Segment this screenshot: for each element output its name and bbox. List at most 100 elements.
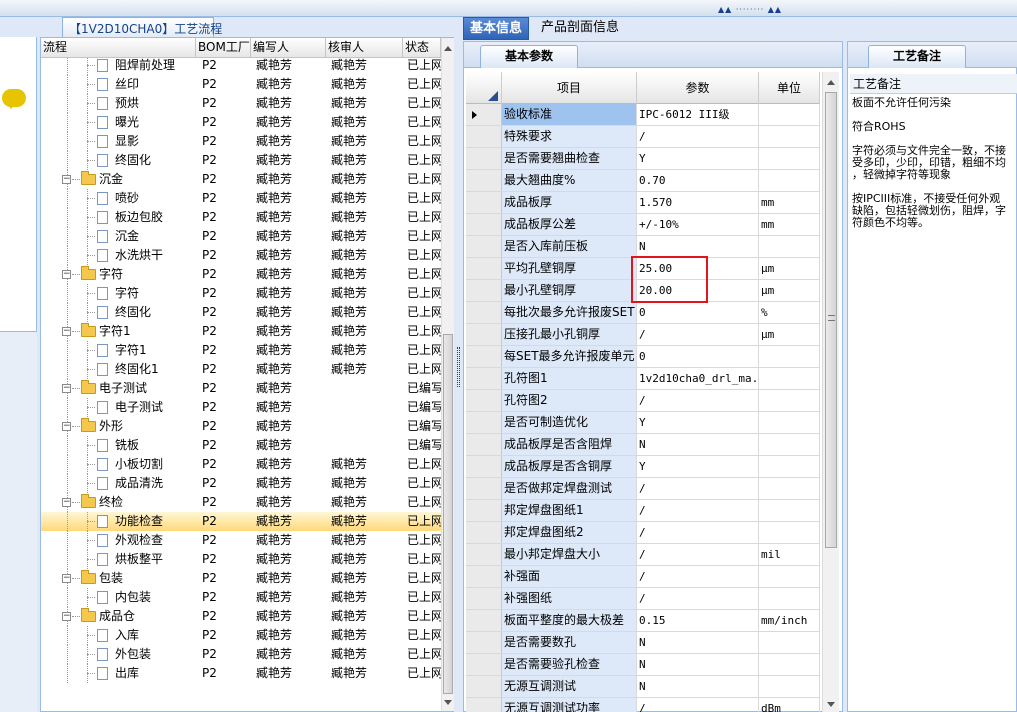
row-header[interactable] — [466, 258, 502, 279]
process-row[interactable]: 终固化1 P2 臧艳芳 臧艳芳 已上网 — [41, 360, 441, 379]
param-value-cell[interactable]: / — [637, 324, 759, 345]
process-col-header[interactable]: 核审人 — [326, 38, 403, 58]
param-value-cell[interactable]: / — [637, 478, 759, 499]
param-value-cell[interactable]: 0 — [637, 302, 759, 323]
process-row[interactable]: 曝光 P2 臧艳芳 臧艳芳 已上网 — [41, 113, 441, 132]
param-row[interactable]: 补强面 / — [466, 566, 820, 588]
process-row[interactable]: 外观检查 P2 臧艳芳 臧艳芳 已上网 — [41, 531, 441, 550]
process-col-header[interactable]: 编写人 — [251, 38, 326, 58]
process-row[interactable]: 电子测试 P2 臧艳芳 已编写 — [41, 398, 441, 417]
col-header-unit[interactable]: 单位 — [759, 72, 820, 104]
param-value-cell[interactable]: / — [637, 522, 759, 543]
collapse-icon[interactable]: − — [62, 384, 71, 393]
process-row[interactable]: 喷砂 P2 臧艳芳 臧艳芳 已上网 — [41, 189, 441, 208]
process-scroll-thumb[interactable] — [443, 334, 453, 694]
chat-bubble-icon[interactable] — [2, 89, 26, 109]
param-row[interactable]: 补强图纸 / — [466, 588, 820, 610]
row-header[interactable] — [466, 676, 502, 697]
row-header[interactable] — [466, 412, 502, 433]
row-header[interactable] — [466, 192, 502, 213]
row-header[interactable] — [466, 522, 502, 543]
param-value-cell[interactable]: / — [637, 500, 759, 521]
process-row[interactable]: − 成品仓 P2 臧艳芳 臧艳芳 已上网 — [41, 607, 441, 626]
row-header[interactable] — [466, 104, 502, 125]
param-value-cell[interactable]: / — [637, 588, 759, 609]
process-row[interactable]: 外包装 P2 臧艳芳 臧艳芳 已上网 — [41, 645, 441, 664]
process-row[interactable]: 内包装 P2 臧艳芳 臧艳芳 已上网 — [41, 588, 441, 607]
row-header[interactable] — [466, 610, 502, 631]
param-value-cell[interactable]: 0.15 — [637, 610, 759, 631]
process-row[interactable]: 沉金 P2 臧艳芳 臧艳芳 已上网 — [41, 227, 441, 246]
param-value-cell[interactable]: 1v2d10cha0_drl_ma... — [637, 368, 759, 389]
param-value-cell[interactable]: +/-10% — [637, 214, 759, 235]
row-header[interactable] — [466, 456, 502, 477]
process-row[interactable]: − 沉金 P2 臧艳芳 臧艳芳 已上网 — [41, 170, 441, 189]
param-value-cell[interactable]: N — [637, 236, 759, 257]
row-header[interactable] — [466, 126, 502, 147]
param-row[interactable]: 是否需要数孔 N — [466, 632, 820, 654]
param-value-cell[interactable]: / — [637, 698, 759, 712]
param-row[interactable]: 特殊要求 / — [466, 126, 820, 148]
process-row[interactable]: 板边包胶 P2 臧艳芳 臧艳芳 已上网 — [41, 208, 441, 227]
process-row[interactable]: − 终检 P2 臧艳芳 臧艳芳 已上网 — [41, 493, 441, 512]
param-row[interactable]: 验收标准 IPC-6012 III级 — [466, 104, 820, 126]
row-header[interactable] — [466, 214, 502, 235]
collapse-icon[interactable]: − — [62, 175, 71, 184]
param-row[interactable]: 孔符图2/ — [466, 390, 820, 412]
param-value-cell[interactable]: Y — [637, 148, 759, 169]
param-value-cell[interactable]: N — [637, 632, 759, 653]
collapse-grip[interactable]: ▲▲ ········ ▲▲ — [718, 5, 788, 14]
param-row[interactable]: 成品板厚 1.570 mm — [466, 192, 820, 214]
process-row[interactable]: 终固化 P2 臧艳芳 臧艳芳 已上网 — [41, 303, 441, 322]
param-row[interactable]: 是否需要验孔检查 N — [466, 654, 820, 676]
row-header[interactable] — [466, 434, 502, 455]
param-row[interactable]: 孔符图1 1v2d10cha0_drl_ma... — [466, 368, 820, 390]
process-row[interactable]: 字符 P2 臧艳芳 臧艳芳 已上网 — [41, 284, 441, 303]
collapse-icon[interactable]: − — [62, 612, 71, 621]
row-header[interactable] — [466, 302, 502, 323]
row-header[interactable] — [466, 390, 502, 411]
param-row[interactable]: 成品板厚是否含阻焊 N — [466, 434, 820, 456]
row-header[interactable] — [466, 632, 502, 653]
row-header[interactable] — [466, 280, 502, 301]
middle-splitter[interactable] — [455, 17, 463, 712]
tab-product-profile[interactable]: 产品剖面信息 — [535, 17, 625, 40]
scroll-up-icon[interactable] — [827, 76, 835, 85]
collapse-icon[interactable]: − — [62, 422, 71, 431]
row-header[interactable] — [466, 698, 502, 712]
scroll-down-icon[interactable] — [827, 702, 835, 711]
tab-process-notes[interactable]: 工艺备注 — [868, 45, 966, 68]
param-value-cell[interactable]: IPC-6012 III级 — [637, 104, 759, 125]
tab-basic-params[interactable]: 基本参数 — [480, 45, 578, 68]
row-header[interactable] — [466, 170, 502, 191]
collapse-icon[interactable]: − — [62, 327, 71, 336]
param-value-cell[interactable]: 0 — [637, 346, 759, 367]
row-header[interactable] — [466, 566, 502, 587]
params-scroll-thumb[interactable] — [825, 92, 837, 548]
param-row[interactable]: 每批次最多允许报废SET 0% — [466, 302, 820, 324]
scroll-down-icon[interactable] — [444, 700, 452, 709]
process-row[interactable]: 出库 P2 臧艳芳 臧艳芳 已上网 — [41, 664, 441, 683]
param-row[interactable]: 最小邦定焊盘大小 / mil — [466, 544, 820, 566]
process-row[interactable]: 成品清洗 P2 臧艳芳 臧艳芳 已上网 — [41, 474, 441, 493]
row-header[interactable] — [466, 478, 502, 499]
col-header-value[interactable]: 参数 — [637, 72, 759, 104]
param-value-cell[interactable]: / — [637, 126, 759, 147]
process-row[interactable]: 预烘 P2 臧艳芳 臧艳芳 已上网 — [41, 94, 441, 113]
process-row[interactable]: − 外形 P2 臧艳芳 已编写 — [41, 417, 441, 436]
row-header[interactable] — [466, 500, 502, 521]
process-row[interactable]: 入库 P2 臧艳芳 臧艳芳 已上网 — [41, 626, 441, 645]
process-row[interactable]: 显影 P2 臧艳芳 臧艳芳 已上网 — [41, 132, 441, 151]
collapse-icon[interactable]: − — [62, 574, 71, 583]
collapse-icon[interactable]: − — [62, 270, 71, 279]
row-header[interactable] — [466, 148, 502, 169]
param-row[interactable]: 无源互调测试功率 / dBm — [466, 698, 820, 712]
param-row[interactable]: 是否做邦定焊盘测试 / — [466, 478, 820, 500]
tab-basic-info[interactable]: 基本信息 — [463, 17, 530, 40]
param-row[interactable]: 是否可制造优化 Y — [466, 412, 820, 434]
row-header[interactable] — [466, 654, 502, 675]
process-col-header[interactable]: 状态 — [403, 38, 441, 58]
param-value-cell[interactable]: N — [637, 676, 759, 697]
param-row[interactable]: 是否入库前压板 N — [466, 236, 820, 258]
process-panel-tab[interactable]: 【1V2D10CHA0】工艺流程 — [62, 17, 222, 37]
